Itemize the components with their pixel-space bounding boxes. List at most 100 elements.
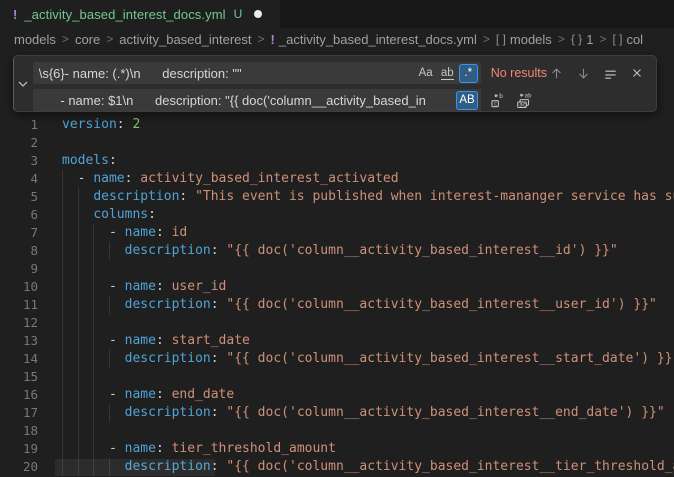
code-editor[interactable]: 1version: 223models:4 - name: activity_b… (0, 50, 674, 477)
indent-guide-line (62, 206, 63, 224)
line-number: 20 (0, 458, 38, 476)
arrow-down-icon (576, 66, 591, 81)
find-in-selection-button[interactable] (601, 64, 619, 82)
code-token: name (125, 225, 156, 240)
breadcrumb-item-core[interactable]: core (75, 32, 100, 47)
whole-word-toggle[interactable]: ab (438, 64, 457, 83)
code-token: description (125, 351, 211, 366)
preserve-case-toggle[interactable]: AB (456, 91, 477, 110)
code-line-11[interactable]: 11 description: "{{ doc('column__activit… (0, 296, 674, 314)
code-token: 2 (132, 117, 140, 132)
code-line-17[interactable]: 17 description: "{{ doc('column__activit… (0, 404, 674, 422)
indent-guide-line (93, 278, 94, 296)
code-line-2[interactable]: 2 (0, 134, 674, 152)
tab-activity-based-interest-docs[interactable]: ! _activity_based_interest_docs.yml U (0, 0, 280, 28)
toggle-replace-button[interactable] (14, 56, 33, 111)
array-symbol-icon: [ ] (612, 32, 622, 46)
line-number: 3 (0, 152, 38, 170)
code-token: name (125, 387, 156, 402)
breadcrumb-item-activity_based_interest[interactable]: activity_based_interest (119, 32, 251, 47)
code-line-3[interactable]: 3models: (0, 152, 674, 170)
indent-guide-line (78, 206, 79, 224)
git-untracked-badge: U (234, 7, 243, 21)
breadcrumb-item-1[interactable]: { }1 (571, 32, 594, 47)
breadcrumb-item-_activity_based_interest_docs.yml[interactable]: !_activity_based_interest_docs.yml (271, 32, 477, 47)
indent-guide-line (62, 296, 63, 314)
svg-text:ab: ab (524, 93, 531, 99)
indent-guide-line (93, 440, 94, 458)
code-token (62, 441, 109, 456)
code-line-18[interactable]: 18 (0, 422, 674, 440)
indent-guide-line (62, 314, 63, 332)
previous-match-button[interactable] (547, 64, 565, 82)
match-case-toggle[interactable]: Aa (416, 64, 436, 83)
code-line-16[interactable]: 16 - name: end_date (0, 386, 674, 404)
breadcrumb-separator: > (62, 32, 69, 46)
code-token (62, 333, 109, 348)
breadcrumb-separator: > (483, 32, 490, 46)
line-number: 14 (0, 350, 38, 368)
breadcrumb-item-col[interactable]: [ ]col (612, 32, 643, 47)
indent-guide-line (93, 404, 94, 422)
code-token: : (125, 171, 141, 186)
next-match-button[interactable] (574, 64, 592, 82)
indent-guide-line (93, 422, 94, 440)
replace-icon: b c (489, 92, 506, 109)
code-token: : (211, 297, 227, 312)
code-line-9[interactable]: 9 (0, 260, 674, 278)
code-token: : (156, 225, 172, 240)
breadcrumb-separator: > (558, 32, 565, 46)
breadcrumb-label: activity_based_interest (119, 32, 251, 47)
code-token: name (125, 333, 156, 348)
replace-all-button[interactable]: ab ac (515, 91, 533, 109)
line-number: 11 (0, 296, 38, 314)
regex-toggle[interactable]: .* (459, 64, 478, 83)
code-token: : (156, 279, 172, 294)
code-token: : (211, 405, 227, 420)
code-token: description (125, 405, 211, 420)
code-line-1[interactable]: 1version: 2 (0, 116, 674, 134)
indent-guide-line (109, 242, 110, 260)
code-line-4[interactable]: 4 - name: activity_based_interest_activa… (0, 170, 674, 188)
line-number: 1 (0, 116, 38, 134)
breadcrumb-item-models[interactable]: models (14, 32, 56, 47)
replace-input-box: AB (33, 89, 481, 111)
breadcrumb-item-models[interactable]: [ ]models (496, 32, 552, 47)
code-line-15[interactable]: 15 (0, 368, 674, 386)
line-number: 16 (0, 386, 38, 404)
breadcrumb: models > core > activity_based_interest > !_ac… (0, 28, 674, 50)
replace-button[interactable]: b c (489, 91, 507, 109)
code-line-6[interactable]: 6 columns: (0, 206, 674, 224)
indent-guide-line (62, 386, 63, 404)
code-token (62, 225, 109, 240)
yaml-symbol-icon: ! (271, 32, 275, 47)
find-replace-widget: Aa ab .* No results (13, 55, 657, 112)
code-line-13[interactable]: 13 - name: start_date (0, 332, 674, 350)
close-find-button[interactable] (628, 64, 646, 82)
code-token: : (211, 351, 227, 366)
indent-guide-line (62, 260, 63, 278)
indent-guide-line (62, 170, 63, 188)
code-line-5[interactable]: 5 description: "This event is published … (0, 188, 674, 206)
indent-guide-line (62, 350, 63, 368)
code-token: name (125, 441, 156, 456)
code-line-12[interactable]: 12 (0, 314, 674, 332)
breadcrumb-separator: > (106, 32, 113, 46)
indent-guide-line (62, 368, 63, 386)
unsaved-changes-dot-icon[interactable] (254, 10, 262, 18)
indent-guide-line (93, 260, 94, 278)
code-token: models (62, 153, 109, 168)
find-input[interactable] (33, 63, 416, 83)
code-lines: 1version: 223models:4 - name: activity_b… (0, 116, 674, 476)
code-line-8[interactable]: 8 description: "{{ doc('column__activity… (0, 242, 674, 260)
horizontal-scrollbar[interactable] (55, 459, 215, 476)
code-line-14[interactable]: 14 description: "{{ doc('column__activit… (0, 350, 674, 368)
code-token: - (109, 225, 125, 240)
code-token: description (93, 189, 179, 204)
indent-guide-line (93, 332, 94, 350)
code-line-19[interactable]: 19 - name: tier_threshold_amount (0, 440, 674, 458)
find-toggles: Aa ab .* (416, 64, 481, 83)
code-line-10[interactable]: 10 - name: user_id (0, 278, 674, 296)
code-line-7[interactable]: 7 - name: id (0, 224, 674, 242)
replace-input[interactable] (33, 90, 457, 110)
